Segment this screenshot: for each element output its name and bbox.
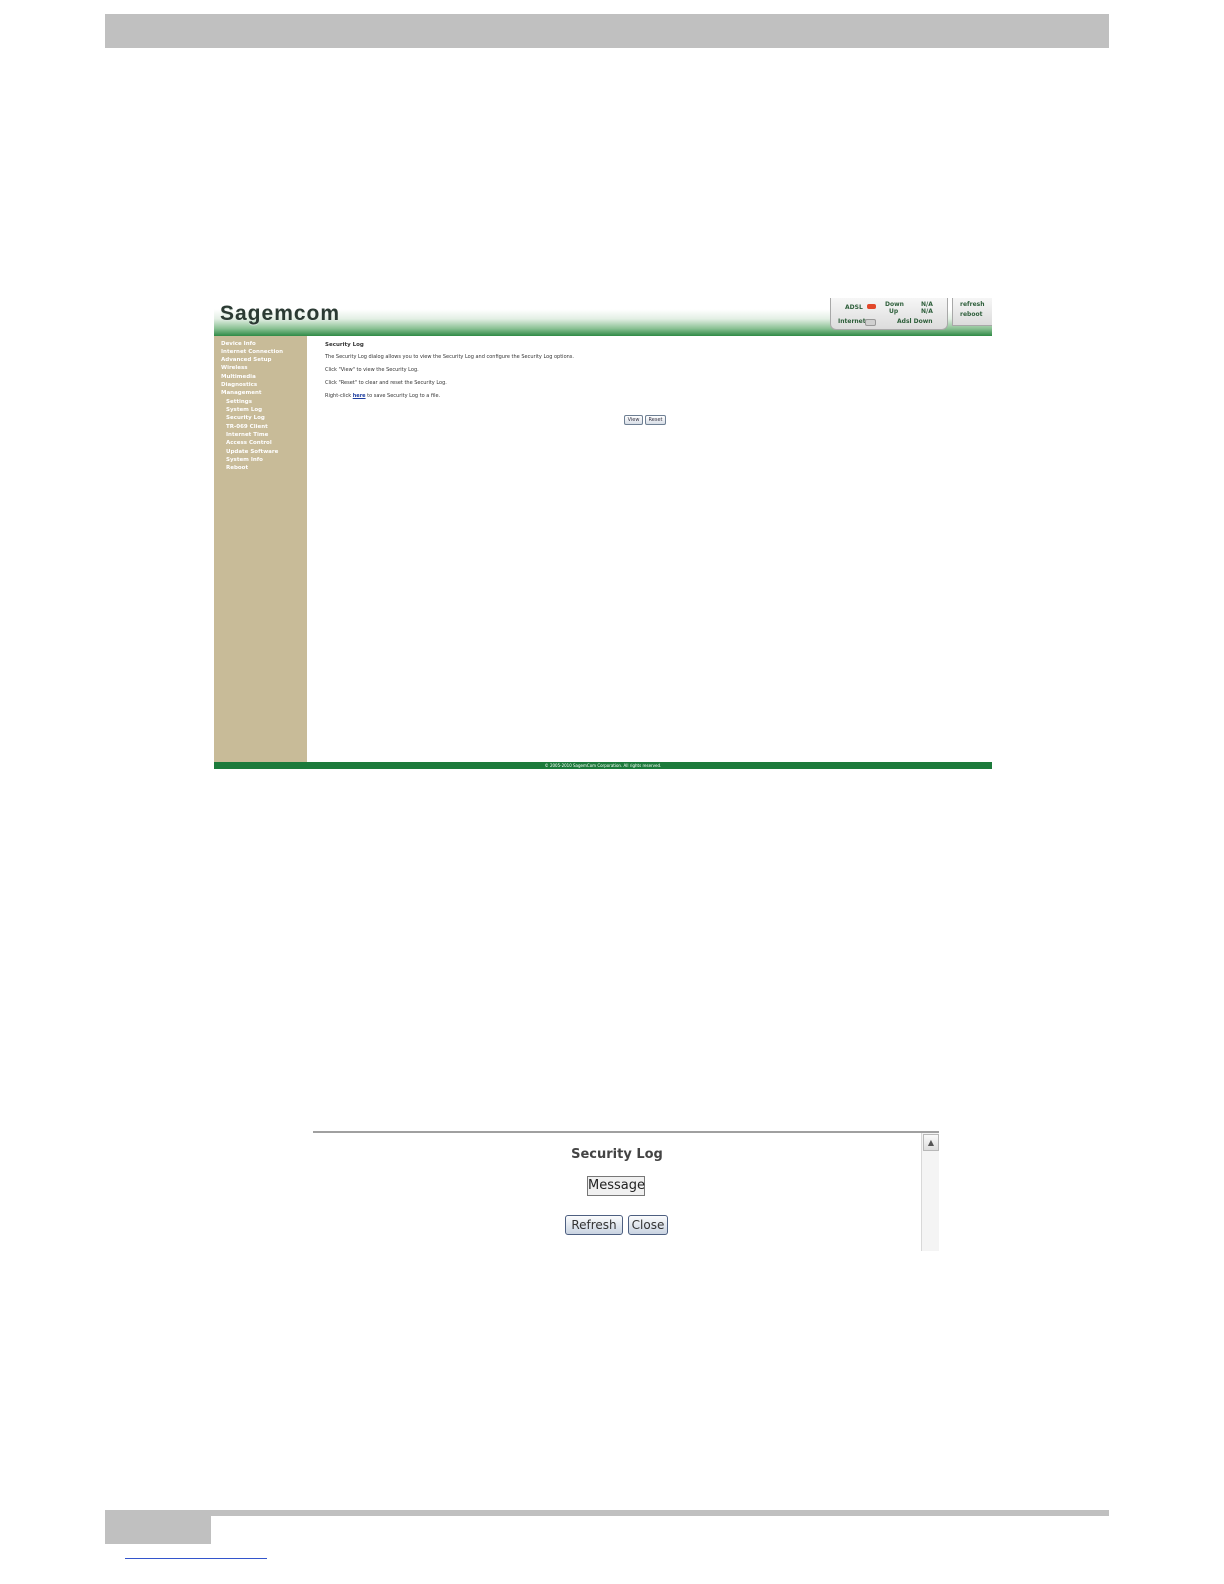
save-log-link[interactable]: here [353, 393, 366, 399]
sidebar-item-system-info[interactable]: System Info [226, 457, 263, 463]
scroll-up-arrow-icon[interactable]: ▲ [923, 1134, 939, 1151]
sidebar-item-diagnostics[interactable]: Diagnostics [221, 382, 257, 388]
sidebar-item-access-control[interactable]: Access Control [226, 440, 272, 446]
up-label: Up [889, 308, 899, 315]
connection-status-panel: ADSL Down N/A Up N/A Internet Adsl Down [830, 298, 948, 330]
document-header-bar [105, 14, 1109, 48]
router-header: Sagemcom ADSL Down N/A Up N/A Internet A… [214, 298, 992, 336]
refresh-link[interactable]: refresh [960, 301, 985, 308]
document-footer-link-underline [125, 1558, 267, 1559]
vertical-scrollbar[interactable]: ▲ [921, 1133, 939, 1251]
sidebar-item-update-software[interactable]: Update Software [226, 449, 278, 455]
reset-button[interactable]: Reset [645, 415, 666, 425]
sagemcom-logo: Sagemcom [220, 302, 341, 325]
up-rate-value: N/A [921, 308, 933, 315]
page-title: Security Log [325, 342, 364, 348]
sidebar-item-wireless[interactable]: Wireless [221, 365, 248, 371]
main-content: Security Log The Security Log dialog all… [307, 336, 992, 762]
sidebar-item-settings[interactable]: Settings [226, 399, 252, 405]
sidebar-item-system-log[interactable]: System Log [226, 407, 262, 413]
down-label: Down [885, 301, 904, 308]
document-footer-block [105, 1516, 211, 1544]
reset-hint: Click "Reset" to clear and reset the Sec… [325, 380, 447, 386]
sidebar-item-reboot[interactable]: Reboot [226, 465, 248, 471]
down-rate-value: N/A [921, 301, 933, 308]
sidebar-item-internet-time[interactable]: Internet Time [226, 432, 268, 438]
sidebar-item-device-info[interactable]: Device Info [221, 341, 256, 347]
view-hint: Click "View" to view the Security Log. [325, 367, 419, 373]
refresh-button[interactable]: Refresh [565, 1215, 623, 1235]
save-hint: Right-click here to save Security Log to… [325, 393, 440, 399]
close-button[interactable]: Close [628, 1215, 668, 1235]
header-actions: refresh reboot [952, 298, 992, 326]
popup-title: Security Log [571, 1147, 663, 1162]
document-footer-line [105, 1510, 1109, 1516]
sidebar-item-multimedia[interactable]: Multimedia [221, 374, 256, 380]
reboot-link[interactable]: reboot [960, 311, 982, 318]
sidebar-menu: Device Info Internet Connection Advanced… [214, 336, 307, 762]
popup-top-border [313, 1131, 939, 1133]
message-column-header: Message [587, 1176, 645, 1196]
internet-status-led-icon [865, 319, 876, 326]
sidebar-item-security-log[interactable]: Security Log [226, 415, 265, 421]
save-hint-prefix: Right-click [325, 393, 352, 399]
sidebar-item-management[interactable]: Management [221, 390, 262, 396]
sidebar-item-tr069-client[interactable]: TR-069 Client [226, 424, 268, 430]
view-button[interactable]: View [624, 415, 643, 425]
adsl-label: ADSL [845, 304, 863, 311]
internet-label: Internet [838, 318, 866, 325]
save-hint-suffix: to save Security Log to a file. [367, 393, 441, 399]
router-footer: © 2005-2010 SagemCom Corporation. All ri… [214, 762, 992, 769]
adsl-down-status: Adsl Down [897, 318, 933, 325]
adsl-status-led-icon [867, 304, 876, 309]
page-description: The Security Log dialog allows you to vi… [325, 354, 574, 360]
sidebar-item-advanced-setup[interactable]: Advanced Setup [221, 357, 271, 363]
router-security-log-page: Sagemcom ADSL Down N/A Up N/A Internet A… [214, 298, 992, 769]
sidebar-item-internet-connection[interactable]: Internet Connection [221, 349, 283, 355]
security-log-popup: Security Log Message Refresh Close ▲ [313, 1131, 939, 1251]
